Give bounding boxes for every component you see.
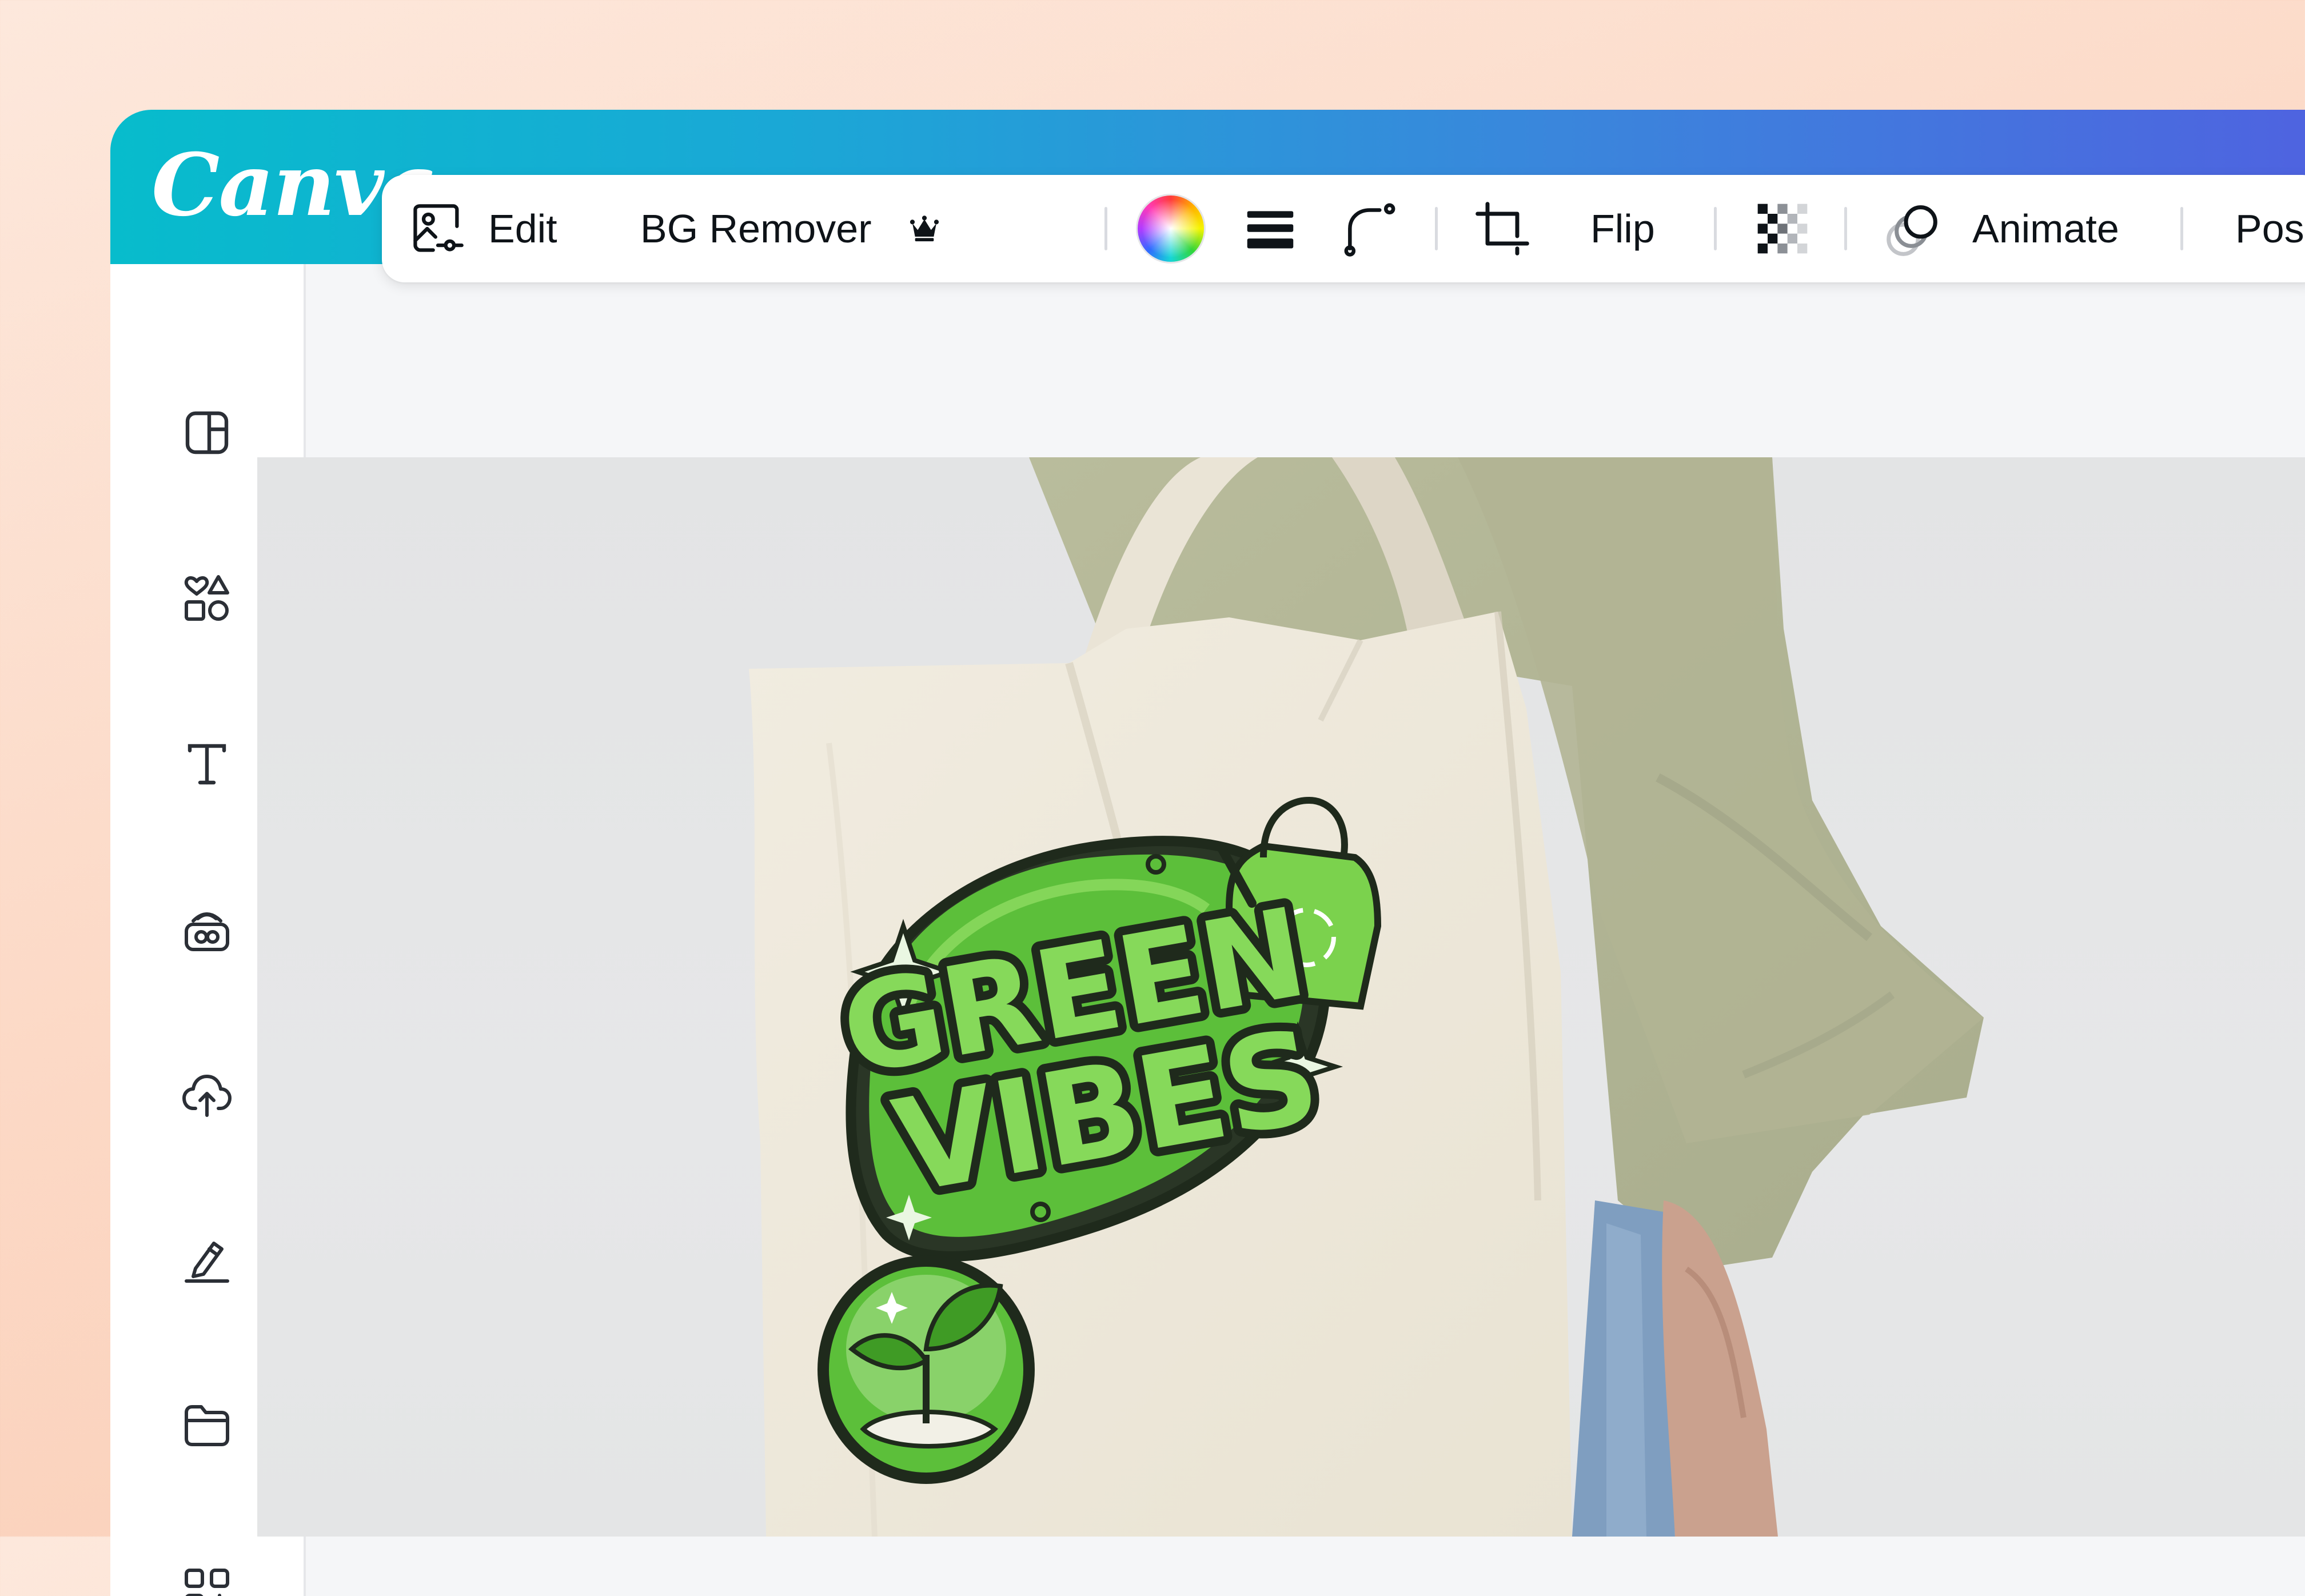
bg-remover-label: BG Remover <box>640 206 872 251</box>
layout-icon <box>185 411 229 454</box>
tote-bag-photo: GREEN GREEN VIBES VIBES <box>749 457 1984 1537</box>
animate-icon <box>1887 205 1937 256</box>
projects-icon <box>185 1405 229 1446</box>
design-page[interactable]: GREEN GREEN VIBES VIBES <box>257 457 2305 1537</box>
crop-button[interactable] <box>1473 175 1532 282</box>
transparency-icon <box>1757 204 1808 254</box>
color-wheel-icon <box>1138 195 1204 262</box>
text-icon <box>188 744 226 785</box>
edit-label: Edit <box>488 206 557 251</box>
edit-image-button[interactable]: Edit <box>409 175 557 282</box>
sidebar-item-elements[interactable] <box>170 561 244 636</box>
edit-image-icon <box>413 204 464 252</box>
animate-label: Animate <box>1972 206 2119 251</box>
border-weight-icon <box>1247 211 1294 249</box>
brand-icon <box>185 912 229 951</box>
sidebar-item-draw[interactable] <box>170 1222 244 1296</box>
toolbar-divider <box>1435 207 1438 250</box>
toolbar-divider <box>1844 207 1847 250</box>
sidebar-item-design[interactable] <box>170 396 244 470</box>
sidebar-item-projects[interactable] <box>170 1388 244 1462</box>
flip-label: Flip <box>1590 206 1655 251</box>
flip-button[interactable]: Flip <box>1590 175 1655 282</box>
toolbar-divider <box>1104 207 1107 250</box>
apps-icon <box>185 1569 229 1596</box>
transparency-button[interactable] <box>1753 175 1812 282</box>
elements-icon <box>184 575 229 621</box>
position-label: Pos <box>2235 206 2304 251</box>
corner-rounding-icon <box>1344 203 1395 257</box>
bg-remover-button[interactable]: BG Remover <box>640 175 940 282</box>
toolbar-divider <box>2180 207 2183 250</box>
uploads-icon <box>182 1075 232 1117</box>
toolbar-divider <box>1714 207 1717 250</box>
draw-icon <box>185 1242 229 1283</box>
animate-button[interactable]: Animate <box>1882 175 2119 282</box>
sidebar-item-text[interactable] <box>170 727 244 801</box>
sidebar-item-uploads[interactable] <box>170 1058 244 1132</box>
border-style-button[interactable] <box>1244 175 1297 282</box>
color-picker-button[interactable] <box>1138 175 1204 282</box>
sidebar-item-brand[interactable] <box>170 893 244 967</box>
crop-icon <box>1475 202 1529 256</box>
position-button[interactable]: Pos <box>2235 175 2304 282</box>
sidebar-item-apps[interactable] <box>170 1554 244 1596</box>
crown-icon <box>910 216 939 242</box>
corner-rounding-button[interactable] <box>1340 175 1399 282</box>
image-toolbar: Edit BG Remover Flip Animate Pos <box>382 175 2305 282</box>
